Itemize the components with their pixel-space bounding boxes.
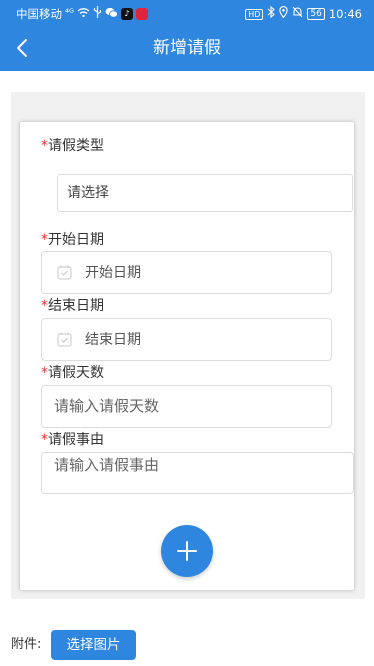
wechat-icon <box>105 7 118 22</box>
days-input[interactable]: 请输入请假天数 <box>41 385 332 428</box>
reason-label: *请假事由 <box>41 431 104 449</box>
start-date-label-text: 开始日期 <box>48 232 104 248</box>
app-icon <box>135 8 148 20</box>
reason-label-text: 请假事由 <box>48 432 104 448</box>
status-right: HD 56 10:46 <box>245 5 362 22</box>
leave-type-select[interactable]: 请选择 <box>57 174 353 212</box>
end-date-label: *结束日期 <box>41 297 104 315</box>
mute-icon <box>292 6 303 22</box>
status-bar: 中国移动 ⁴ᴳ ♪ HD 56 10:46 <box>0 0 374 26</box>
reason-textarea[interactable]: 请输入请假事由 <box>41 452 354 494</box>
required-mark: * <box>41 432 48 448</box>
required-mark: * <box>41 365 48 381</box>
start-date-label: *开始日期 <box>41 231 104 249</box>
header-bar: 新增请假 <box>0 26 374 71</box>
calendar-icon <box>57 265 72 284</box>
start-date-picker[interactable]: 开始日期 <box>41 251 332 294</box>
page-title: 新增请假 <box>153 38 221 58</box>
end-date-placeholder: 结束日期 <box>85 332 141 348</box>
plus-icon <box>177 541 197 561</box>
hd-badge: HD <box>245 8 264 20</box>
days-label-text: 请假天数 <box>48 365 104 381</box>
tiktok-icon: ♪ <box>120 8 133 20</box>
attachment-label: 附件: <box>11 637 42 652</box>
wifi-icon <box>77 7 90 22</box>
required-mark: * <box>41 298 48 314</box>
signal-icon: ⁴ᴳ <box>65 8 74 19</box>
clock: 10:46 <box>328 7 362 21</box>
required-mark: * <box>41 232 48 248</box>
bluetooth-icon <box>267 5 276 22</box>
battery-icon: 56 <box>307 8 325 20</box>
end-date-label-text: 结束日期 <box>48 298 104 314</box>
calendar-icon <box>57 332 72 351</box>
usb-icon <box>93 6 102 22</box>
status-left: 中国移动 ⁴ᴳ ♪ <box>16 6 148 22</box>
add-button[interactable] <box>161 525 213 577</box>
end-date-picker[interactable]: 结束日期 <box>41 318 332 361</box>
select-image-button[interactable]: 选择图片 <box>51 630 136 660</box>
location-icon <box>279 6 289 22</box>
carrier-label: 中国移动 <box>16 7 62 21</box>
leave-type-label: *请假类型 <box>41 137 104 155</box>
leave-type-label-text: 请假类型 <box>48 138 104 154</box>
required-mark: * <box>41 138 48 154</box>
start-date-placeholder: 开始日期 <box>85 265 141 281</box>
days-label: *请假天数 <box>41 364 104 382</box>
